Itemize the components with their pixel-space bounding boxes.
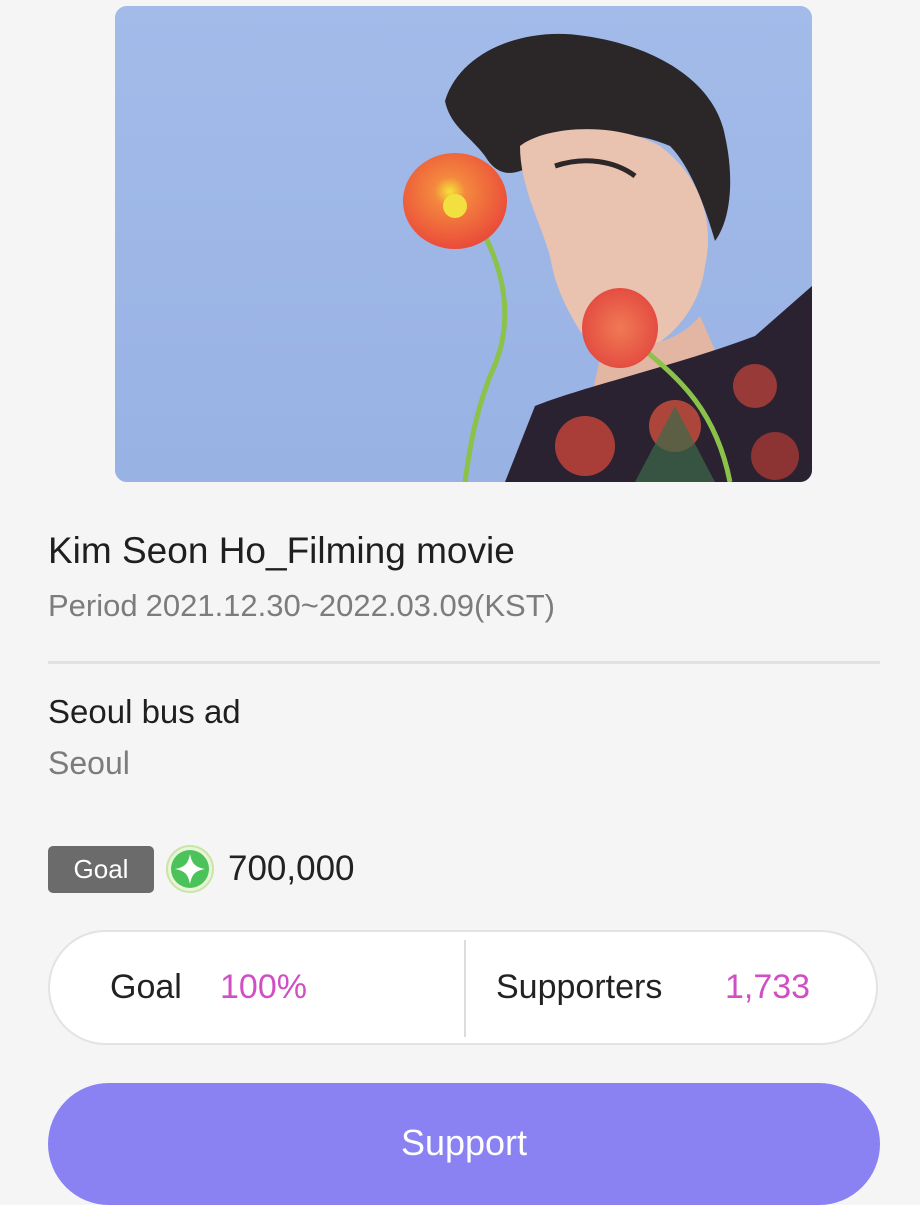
green-sparkle-gem-icon <box>166 845 214 893</box>
goal-row: Goal 700,000 <box>48 845 355 893</box>
section-divider <box>48 661 880 664</box>
goal-percent-label: Goal <box>110 968 182 1006</box>
goal-badge: Goal <box>48 845 154 893</box>
supporters-value: 1,733 <box>725 968 811 1006</box>
supporters-label: Supporters <box>496 968 663 1006</box>
project-period: Period 2021.12.30~2022.03.09(KST) <box>48 588 555 624</box>
goal-amount: 700,000 <box>228 849 355 888</box>
goal-percent-value: 100% <box>220 968 307 1006</box>
period-value: 2021.12.30~2022.03.09(KST) <box>145 588 555 623</box>
ad-location: Seoul <box>48 745 130 781</box>
ad-title: Seoul bus ad <box>48 693 241 730</box>
stats-panel: Goal 100% Supporters 1,733 <box>48 930 878 1045</box>
period-label: Period <box>48 588 138 623</box>
support-button[interactable]: Support <box>48 1083 880 1205</box>
stats-separator <box>464 940 466 1037</box>
hero-image <box>115 6 812 482</box>
project-title: Kim Seon Ho_Filming movie <box>48 530 515 571</box>
